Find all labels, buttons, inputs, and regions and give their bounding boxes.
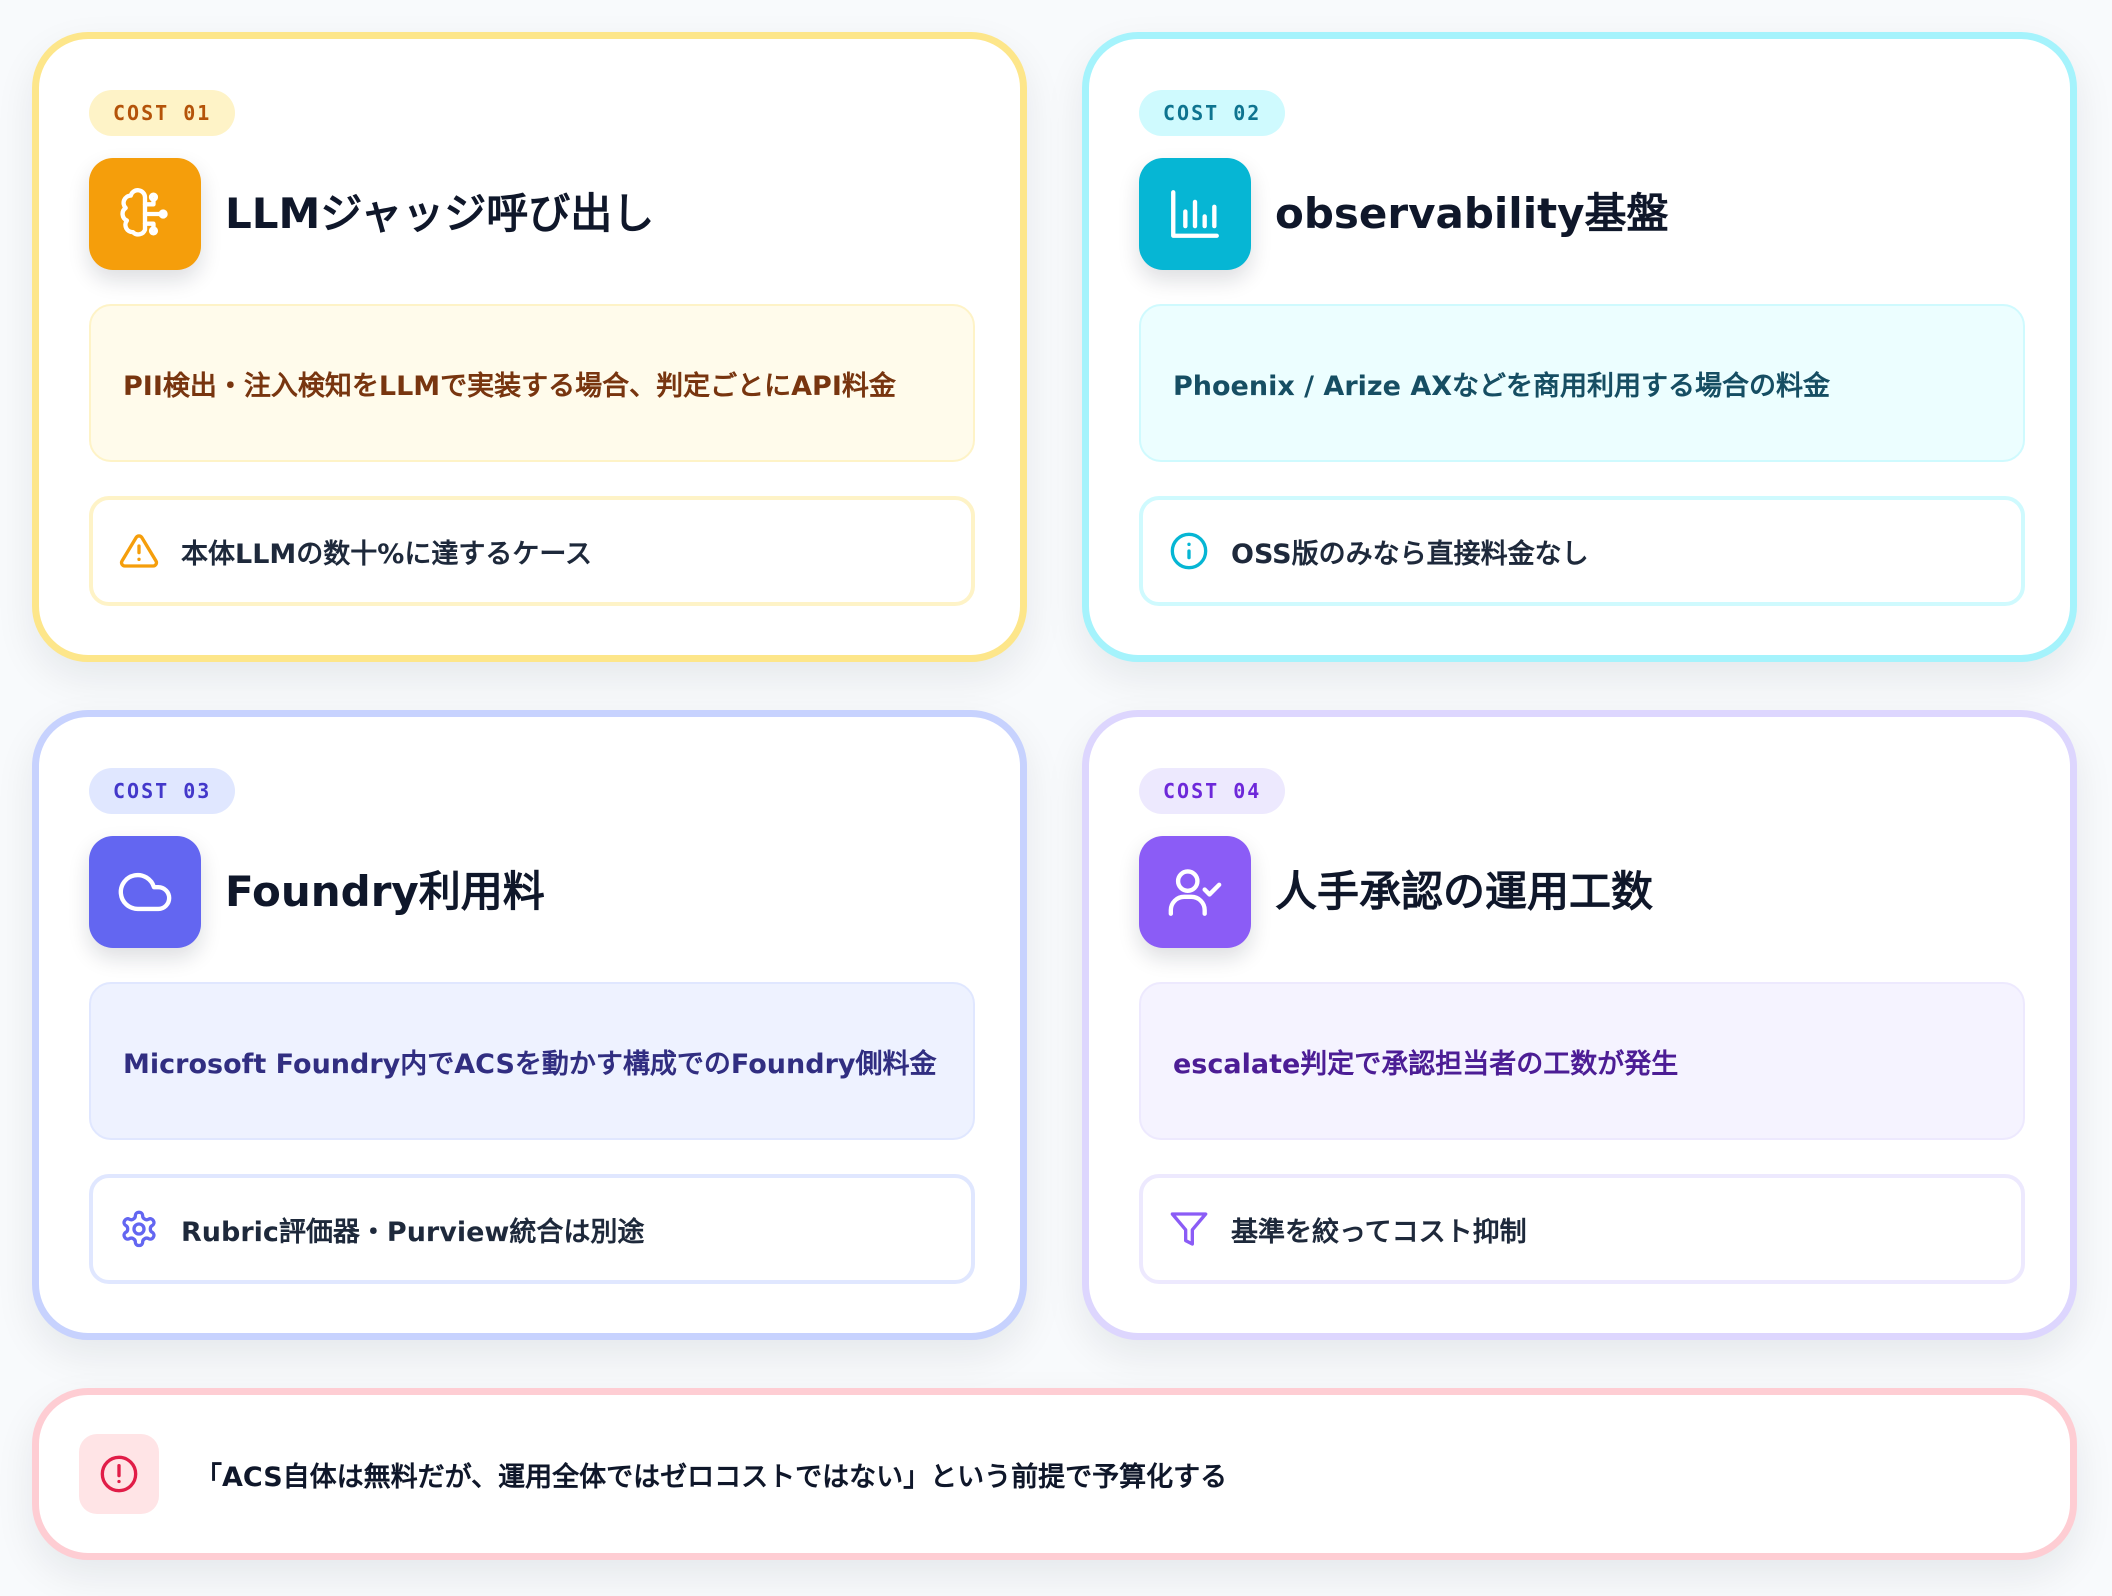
cost-badge: COST 04 — [1139, 768, 1286, 814]
summary-banner: 「ACS自体は無料だが、運用全体ではゼロコストではない」という前提で予算化する — [32, 1388, 2077, 1560]
gear-icon — [119, 1209, 159, 1249]
card-title: observability基盤 — [1275, 189, 1669, 238]
card-note: 基準を絞ってコスト抑制 — [1139, 1174, 2025, 1284]
cloud-icon — [89, 836, 201, 948]
card-note: 本体LLMの数十%に達するケース — [89, 496, 975, 606]
cost-badge: COST 02 — [1139, 90, 1286, 136]
card-note-text: Rubric評価器・Purview統合は別途 — [181, 1216, 645, 1248]
card-note-text: OSS版のみなら直接料金なし — [1231, 538, 1589, 570]
card-title: LLMジャッジ呼び出し — [225, 189, 655, 238]
card-note-text: 基準を絞ってコスト抑制 — [1231, 1216, 1527, 1248]
card-note-text: 本体LLMの数十%に達するケース — [181, 538, 592, 570]
alert-circle-icon — [79, 1434, 159, 1514]
cost-card-observability: COST 02 observability基盤 Phoenix / Arize … — [1082, 32, 2077, 662]
card-description: Phoenix / Arize AXなどを商用利用する場合の料金 — [1139, 304, 2025, 462]
cost-card-foundry: COST 03 Foundry利用料 Microsoft Foundry内でAC… — [32, 710, 1027, 1340]
info-icon — [1169, 531, 1209, 571]
card-description: Microsoft Foundry内でACSを動かす構成でのFoundry側料金 — [89, 982, 975, 1140]
cost-card-llm-judge: COST 01 LLMジャッジ呼び出し PII検出・注入検知をLLMで実装する場… — [32, 32, 1027, 662]
card-description: PII検出・注入検知をLLMで実装する場合、判定ごとにAPI料金 — [89, 304, 975, 462]
bar-chart-icon — [1139, 158, 1251, 270]
card-note: Rubric評価器・Purview統合は別途 — [89, 1174, 975, 1284]
card-title: Foundry利用料 — [225, 867, 545, 916]
cost-badge: COST 03 — [89, 768, 236, 814]
card-note: OSS版のみなら直接料金なし — [1139, 496, 2025, 606]
brain-icon — [89, 158, 201, 270]
filter-icon — [1169, 1209, 1209, 1249]
cost-badge: COST 01 — [89, 90, 236, 136]
card-title: 人手承認の運用工数 — [1275, 867, 1654, 916]
cost-card-human-approval: COST 04 人手承認の運用工数 escalate判定で承認担当者の工数が発生… — [1082, 710, 2077, 1340]
user-check-icon — [1139, 836, 1251, 948]
card-description: escalate判定で承認担当者の工数が発生 — [1139, 982, 2025, 1140]
summary-text: 「ACS自体は無料だが、運用全体ではゼロコストではない」という前提で予算化する — [195, 1461, 1228, 1493]
warning-icon — [119, 531, 159, 571]
